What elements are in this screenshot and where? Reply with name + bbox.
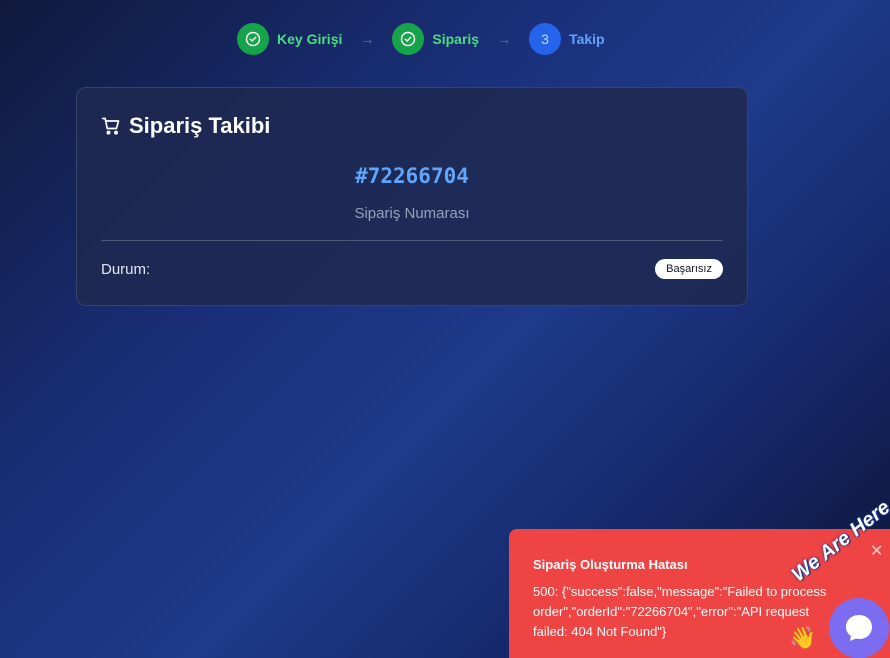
step-takip: 3 Takip xyxy=(529,23,605,55)
order-tracking-card: Sipariş Takibi #72266704 Sipariş Numaras… xyxy=(76,87,748,306)
chat-bubble-icon xyxy=(846,615,872,641)
card-title-text: Sipariş Takibi xyxy=(129,113,271,138)
card-title: Sipariş Takibi xyxy=(101,113,270,139)
step-number: 3 xyxy=(529,23,562,55)
step-label: Takip xyxy=(569,31,605,47)
close-icon[interactable]: ✕ xyxy=(870,541,883,561)
check-circle-icon xyxy=(237,23,269,55)
progress-steps: Key Girişi → Sipariş → 3 Takip xyxy=(237,23,605,55)
step-label: Key Girişi xyxy=(277,31,343,47)
status-label: Durum: xyxy=(101,261,151,278)
step-key-girisi: Key Girişi xyxy=(237,23,342,55)
shopping-cart-icon xyxy=(101,117,120,135)
status-badge: Başarısız xyxy=(655,259,723,279)
check-circle-icon xyxy=(392,23,425,55)
order-number-label: Sipariş Numarası xyxy=(354,205,470,222)
arrow-right-icon: → xyxy=(360,31,375,47)
arrow-right-icon: → xyxy=(497,31,512,47)
waving-hand-icon: 👋 xyxy=(789,625,817,650)
order-number: #72266704 xyxy=(355,164,469,188)
chat-button[interactable] xyxy=(829,598,889,658)
divider xyxy=(101,240,723,241)
step-label: Sipariş xyxy=(432,31,480,47)
step-siparis: Sipariş xyxy=(392,23,479,55)
toast-message: 500: {"success":false,"message":"Failed … xyxy=(533,584,827,639)
